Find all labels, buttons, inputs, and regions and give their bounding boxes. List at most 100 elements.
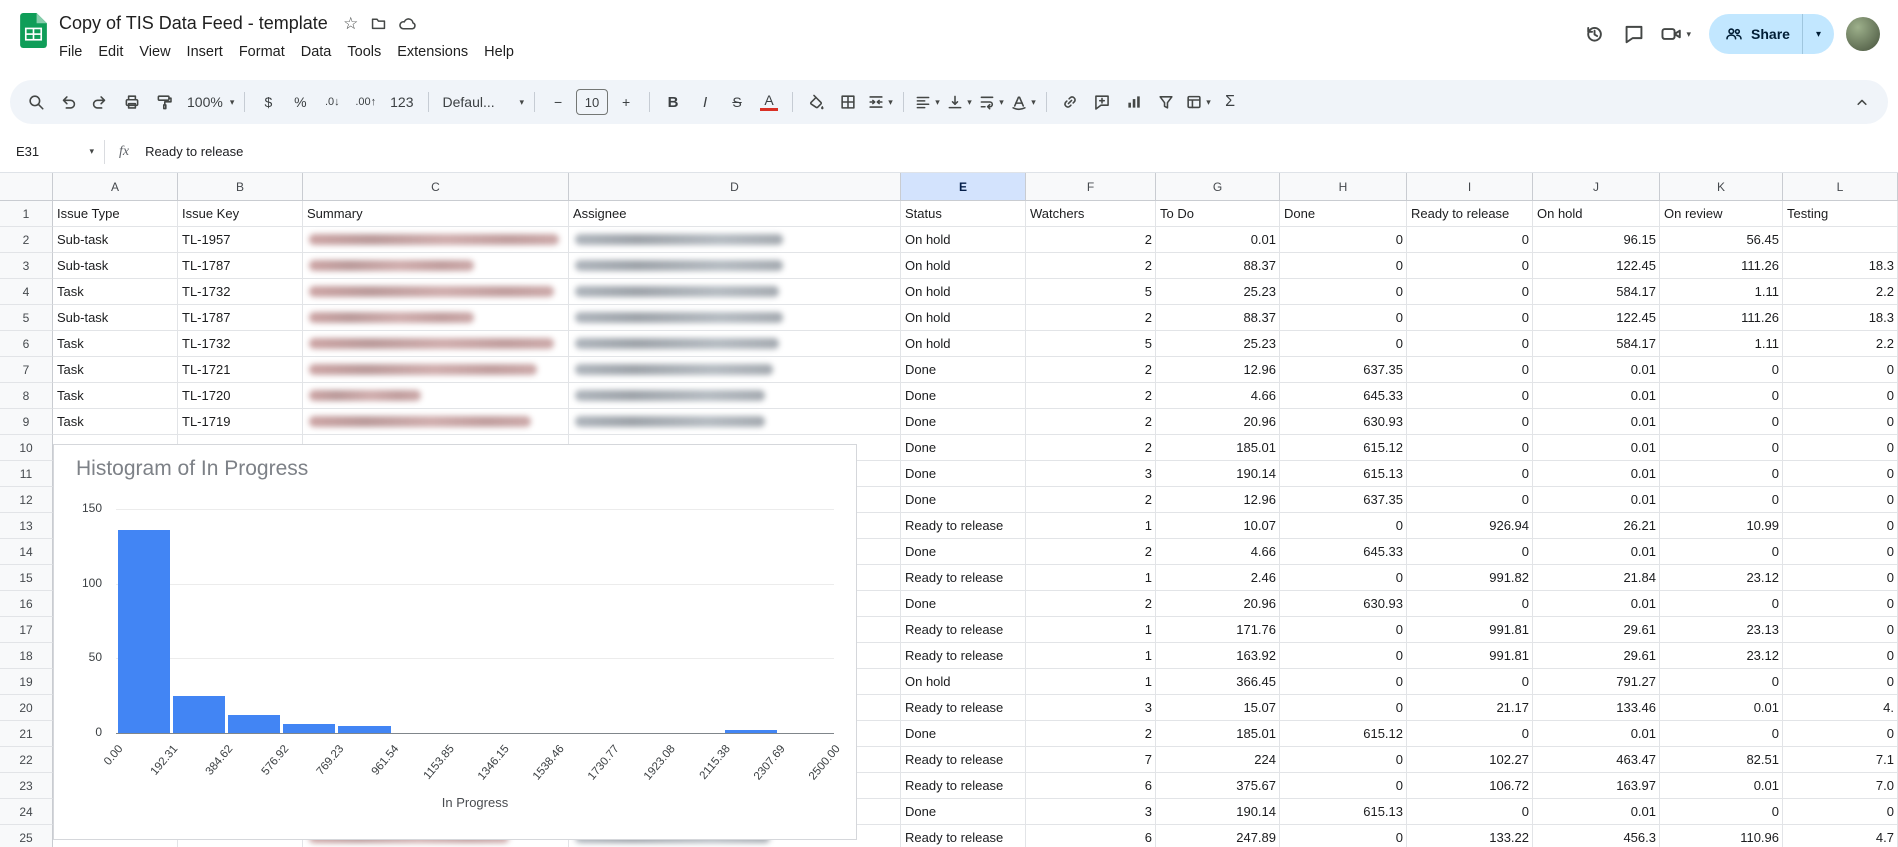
cell-G4[interactable]: 25.23 [1156, 279, 1280, 305]
cell-A4[interactable]: Task [53, 279, 178, 305]
cell-E10[interactable]: Done [901, 435, 1026, 461]
cell-G24[interactable]: 190.14 [1156, 799, 1280, 825]
horizontal-align-icon[interactable]: ▾ [911, 87, 943, 117]
vertical-align-icon[interactable]: ▾ [943, 87, 975, 117]
cell-I8[interactable]: 0 [1407, 383, 1533, 409]
cell-B2[interactable]: TL-1957 [178, 227, 303, 253]
cell-J15[interactable]: 21.84 [1533, 565, 1660, 591]
cell-I19[interactable]: 0 [1407, 669, 1533, 695]
cell-E3[interactable]: On hold [901, 253, 1026, 279]
cell-B3[interactable]: TL-1787 [178, 253, 303, 279]
cell-E17[interactable]: Ready to release [901, 617, 1026, 643]
cell-I12[interactable]: 0 [1407, 487, 1533, 513]
cell-H19[interactable]: 0 [1280, 669, 1407, 695]
cell-J13[interactable]: 26.21 [1533, 513, 1660, 539]
cell-H13[interactable]: 0 [1280, 513, 1407, 539]
cell-F11[interactable]: 3 [1026, 461, 1156, 487]
cell-L8[interactable]: 0 [1783, 383, 1898, 409]
cell-K11[interactable]: 0 [1660, 461, 1783, 487]
cell-K1[interactable]: On review [1660, 201, 1783, 227]
cell-K16[interactable]: 0 [1660, 591, 1783, 617]
cell-C9[interactable] [303, 409, 569, 435]
cell-F6[interactable]: 5 [1026, 331, 1156, 357]
increase-font-size-button[interactable]: + [610, 87, 642, 117]
cell-L25[interactable]: 4.7 [1783, 825, 1898, 847]
cell-G16[interactable]: 20.96 [1156, 591, 1280, 617]
row-header-13[interactable]: 13 [0, 513, 53, 539]
cell-I22[interactable]: 102.27 [1407, 747, 1533, 773]
cell-I23[interactable]: 106.72 [1407, 773, 1533, 799]
cell-G11[interactable]: 190.14 [1156, 461, 1280, 487]
cell-E21[interactable]: Done [901, 721, 1026, 747]
cell-H12[interactable]: 637.35 [1280, 487, 1407, 513]
cell-F1[interactable]: Watchers [1026, 201, 1156, 227]
document-status-icon[interactable] [394, 12, 420, 36]
text-wrap-icon[interactable]: ▾ [975, 87, 1007, 117]
cell-E18[interactable]: Ready to release [901, 643, 1026, 669]
cell-J14[interactable]: 0.01 [1533, 539, 1660, 565]
row-header-16[interactable]: 16 [0, 591, 53, 617]
cell-K7[interactable]: 0 [1660, 357, 1783, 383]
cell-F22[interactable]: 7 [1026, 747, 1156, 773]
cell-C5[interactable] [303, 305, 569, 331]
cell-E1[interactable]: Status [901, 201, 1026, 227]
cell-I10[interactable]: 0 [1407, 435, 1533, 461]
cell-K25[interactable]: 110.96 [1660, 825, 1783, 847]
cell-G7[interactable]: 12.96 [1156, 357, 1280, 383]
cell-J7[interactable]: 0.01 [1533, 357, 1660, 383]
cell-H24[interactable]: 615.13 [1280, 799, 1407, 825]
menu-edit[interactable]: Edit [90, 41, 131, 63]
cell-K3[interactable]: 111.26 [1660, 253, 1783, 279]
cell-H8[interactable]: 645.33 [1280, 383, 1407, 409]
cell-I17[interactable]: 991.81 [1407, 617, 1533, 643]
cell-J2[interactable]: 96.15 [1533, 227, 1660, 253]
cell-L3[interactable]: 18.3 [1783, 253, 1898, 279]
cell-K8[interactable]: 0 [1660, 383, 1783, 409]
cell-F9[interactable]: 2 [1026, 409, 1156, 435]
cell-G1[interactable]: To Do [1156, 201, 1280, 227]
share-caret-icon[interactable]: ▾ [1803, 29, 1834, 40]
row-header-7[interactable]: 7 [0, 357, 53, 383]
cell-G17[interactable]: 171.76 [1156, 617, 1280, 643]
row-header-20[interactable]: 20 [0, 695, 53, 721]
cell-G6[interactable]: 25.23 [1156, 331, 1280, 357]
cell-I2[interactable]: 0 [1407, 227, 1533, 253]
number-format-button[interactable]: 123 [383, 87, 420, 117]
cell-E23[interactable]: Ready to release [901, 773, 1026, 799]
cell-L19[interactable]: 0 [1783, 669, 1898, 695]
cell-K21[interactable]: 0 [1660, 721, 1783, 747]
cell-J22[interactable]: 463.47 [1533, 747, 1660, 773]
cell-G8[interactable]: 4.66 [1156, 383, 1280, 409]
bold-button[interactable]: B [657, 87, 689, 117]
cell-E24[interactable]: Done [901, 799, 1026, 825]
cell-E22[interactable]: Ready to release [901, 747, 1026, 773]
row-header-14[interactable]: 14 [0, 539, 53, 565]
cell-G18[interactable]: 163.92 [1156, 643, 1280, 669]
formula-input[interactable]: Ready to release [145, 144, 243, 159]
menu-view[interactable]: View [131, 41, 178, 63]
cell-D7[interactable] [569, 357, 901, 383]
cell-J19[interactable]: 791.27 [1533, 669, 1660, 695]
cell-H4[interactable]: 0 [1280, 279, 1407, 305]
column-header-G[interactable]: G [1156, 173, 1280, 201]
merge-cells-icon[interactable]: ▾ [864, 87, 896, 117]
cell-H18[interactable]: 0 [1280, 643, 1407, 669]
table-views-icon[interactable]: ▾ [1182, 87, 1214, 117]
column-header-I[interactable]: I [1407, 173, 1533, 201]
cell-H2[interactable]: 0 [1280, 227, 1407, 253]
redo-icon[interactable] [84, 87, 116, 117]
print-icon[interactable] [116, 87, 148, 117]
cell-J18[interactable]: 29.61 [1533, 643, 1660, 669]
cell-L14[interactable]: 0 [1783, 539, 1898, 565]
menu-data[interactable]: Data [293, 41, 340, 63]
cell-F15[interactable]: 1 [1026, 565, 1156, 591]
cell-J21[interactable]: 0.01 [1533, 721, 1660, 747]
cell-G15[interactable]: 2.46 [1156, 565, 1280, 591]
functions-button[interactable]: Σ [1214, 87, 1246, 117]
move-icon[interactable] [366, 12, 392, 36]
menu-insert[interactable]: Insert [179, 41, 231, 63]
text-rotation-icon[interactable]: ▾ [1007, 87, 1039, 117]
zoom-select[interactable]: 100% ▾ [180, 87, 237, 117]
cell-J6[interactable]: 584.17 [1533, 331, 1660, 357]
cell-F13[interactable]: 1 [1026, 513, 1156, 539]
